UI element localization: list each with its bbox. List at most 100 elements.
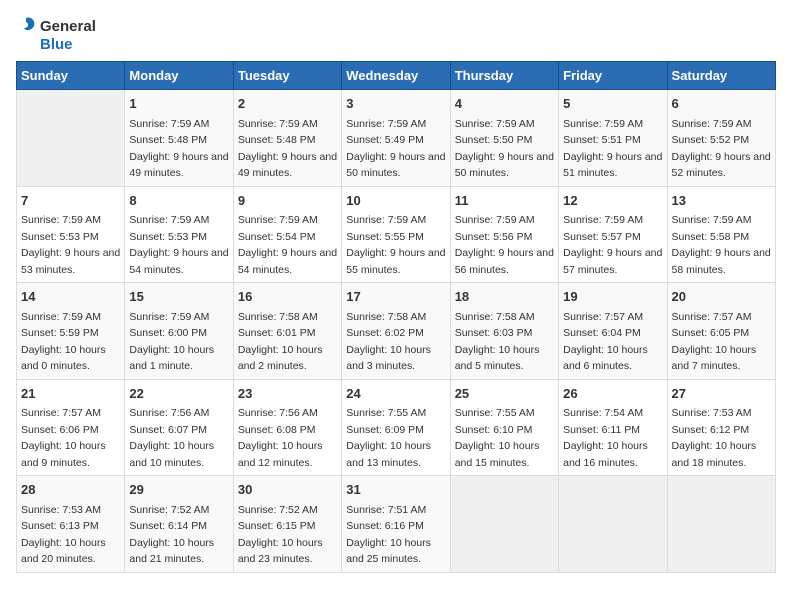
day-header-thursday: Thursday xyxy=(450,62,558,90)
day-info: Sunrise: 7:59 AMSunset: 5:54 PMDaylight:… xyxy=(238,214,337,276)
day-cell: 20 Sunrise: 7:57 AMSunset: 6:05 PMDayligh… xyxy=(667,283,775,380)
day-number: 27 xyxy=(672,384,771,404)
day-cell: 30 Sunrise: 7:52 AMSunset: 6:15 PMDayligh… xyxy=(233,476,341,573)
day-cell: 11Sunrise: 7:59 AMSunset: 5:56 PMDayligh… xyxy=(450,186,558,283)
day-info: Sunrise: 7:59 AMSunset: 5:48 PMDaylight:… xyxy=(129,118,228,180)
day-cell: 15Sunrise: 7:59 AMSunset: 6:00 PMDayligh… xyxy=(125,283,233,380)
day-header-friday: Friday xyxy=(559,62,667,90)
day-cell: 16 Sunrise: 7:58 AMSunset: 6:01 PMDayligh… xyxy=(233,283,341,380)
day-header-monday: Monday xyxy=(125,62,233,90)
header: General Blue xyxy=(16,16,776,53)
day-cell xyxy=(667,476,775,573)
day-number: 16 xyxy=(238,287,337,307)
day-info: Sunrise: 7:59 AMSunset: 5:48 PMDaylight:… xyxy=(238,118,337,180)
day-info: Sunrise: 7:57 AMSunset: 6:06 PMDaylight:… xyxy=(21,407,106,469)
day-cell: 24Sunrise: 7:55 AMSunset: 6:09 PMDayligh… xyxy=(342,379,450,476)
day-number: 25 xyxy=(455,384,554,404)
week-row-5: 28 Sunrise: 7:53 AMSunset: 6:13 PMDayligh… xyxy=(17,476,776,573)
day-cell: 19Sunrise: 7:57 AMSunset: 6:04 PMDayligh… xyxy=(559,283,667,380)
day-cell: 8 Sunrise: 7:59 AMSunset: 5:53 PMDaylight… xyxy=(125,186,233,283)
day-cell xyxy=(450,476,558,573)
day-number: 23 xyxy=(238,384,337,404)
day-cell: 17 Sunrise: 7:58 AMSunset: 6:02 PMDayligh… xyxy=(342,283,450,380)
day-number: 3 xyxy=(346,94,445,114)
day-info: Sunrise: 7:53 AMSunset: 6:13 PMDaylight:… xyxy=(21,504,106,566)
day-info: Sunrise: 7:56 AMSunset: 6:08 PMDaylight:… xyxy=(238,407,323,469)
day-cell: 28 Sunrise: 7:53 AMSunset: 6:13 PMDayligh… xyxy=(17,476,125,573)
logo-bird-icon xyxy=(16,16,38,36)
day-info: Sunrise: 7:55 AMSunset: 6:10 PMDaylight:… xyxy=(455,407,540,469)
day-info: Sunrise: 7:59 AMSunset: 5:58 PMDaylight:… xyxy=(672,214,771,276)
day-info: Sunrise: 7:55 AMSunset: 6:09 PMDaylight:… xyxy=(346,407,431,469)
header-row: SundayMondayTuesdayWednesdayThursdayFrid… xyxy=(17,62,776,90)
day-cell: 5 Sunrise: 7:59 AMSunset: 5:51 PMDaylight… xyxy=(559,90,667,187)
day-number: 19 xyxy=(563,287,662,307)
week-row-3: 14Sunrise: 7:59 AMSunset: 5:59 PMDayligh… xyxy=(17,283,776,380)
day-cell: 7 Sunrise: 7:59 AMSunset: 5:53 PMDaylight… xyxy=(17,186,125,283)
day-number: 5 xyxy=(563,94,662,114)
day-number: 21 xyxy=(21,384,120,404)
day-info: Sunrise: 7:58 AMSunset: 6:03 PMDaylight:… xyxy=(455,311,540,373)
day-header-saturday: Saturday xyxy=(667,62,775,90)
day-info: Sunrise: 7:52 AMSunset: 6:14 PMDaylight:… xyxy=(129,504,214,566)
day-info: Sunrise: 7:54 AMSunset: 6:11 PMDaylight:… xyxy=(563,407,648,469)
day-number: 20 xyxy=(672,287,771,307)
day-cell: 3 Sunrise: 7:59 AMSunset: 5:49 PMDaylight… xyxy=(342,90,450,187)
day-cell: 10Sunrise: 7:59 AMSunset: 5:55 PMDayligh… xyxy=(342,186,450,283)
week-row-2: 7 Sunrise: 7:59 AMSunset: 5:53 PMDaylight… xyxy=(17,186,776,283)
day-header-wednesday: Wednesday xyxy=(342,62,450,90)
day-info: Sunrise: 7:59 AMSunset: 5:57 PMDaylight:… xyxy=(563,214,662,276)
day-cell: 6Sunrise: 7:59 AMSunset: 5:52 PMDaylight… xyxy=(667,90,775,187)
day-info: Sunrise: 7:57 AMSunset: 6:05 PMDaylight:… xyxy=(672,311,757,373)
day-cell xyxy=(17,90,125,187)
day-cell: 29 Sunrise: 7:52 AMSunset: 6:14 PMDayligh… xyxy=(125,476,233,573)
day-number: 11 xyxy=(455,191,554,211)
day-cell: 22 Sunrise: 7:56 AMSunset: 6:07 PMDayligh… xyxy=(125,379,233,476)
day-number: 30 xyxy=(238,480,337,500)
day-info: Sunrise: 7:59 AMSunset: 5:50 PMDaylight:… xyxy=(455,118,554,180)
logo-general-text: General xyxy=(40,18,96,35)
day-info: Sunrise: 7:52 AMSunset: 6:15 PMDaylight:… xyxy=(238,504,323,566)
day-info: Sunrise: 7:59 AMSunset: 5:51 PMDaylight:… xyxy=(563,118,662,180)
day-number: 8 xyxy=(129,191,228,211)
week-row-1: 1 Sunrise: 7:59 AMSunset: 5:48 PMDaylight… xyxy=(17,90,776,187)
day-number: 31 xyxy=(346,480,445,500)
day-number: 26 xyxy=(563,384,662,404)
day-number: 14 xyxy=(21,287,120,307)
day-info: Sunrise: 7:56 AMSunset: 6:07 PMDaylight:… xyxy=(129,407,214,469)
day-cell: 26 Sunrise: 7:54 AMSunset: 6:11 PMDayligh… xyxy=(559,379,667,476)
day-info: Sunrise: 7:59 AMSunset: 5:53 PMDaylight:… xyxy=(129,214,228,276)
day-info: Sunrise: 7:58 AMSunset: 6:02 PMDaylight:… xyxy=(346,311,431,373)
day-header-sunday: Sunday xyxy=(17,62,125,90)
day-number: 13 xyxy=(672,191,771,211)
day-number: 1 xyxy=(129,94,228,114)
day-header-tuesday: Tuesday xyxy=(233,62,341,90)
day-cell: 21 Sunrise: 7:57 AMSunset: 6:06 PMDayligh… xyxy=(17,379,125,476)
day-number: 10 xyxy=(346,191,445,211)
day-info: Sunrise: 7:59 AMSunset: 5:49 PMDaylight:… xyxy=(346,118,445,180)
day-cell: 2Sunrise: 7:59 AMSunset: 5:48 PMDaylight… xyxy=(233,90,341,187)
day-info: Sunrise: 7:53 AMSunset: 6:12 PMDaylight:… xyxy=(672,407,757,469)
day-cell: 12 Sunrise: 7:59 AMSunset: 5:57 PMDayligh… xyxy=(559,186,667,283)
day-number: 7 xyxy=(21,191,120,211)
day-cell: 27 Sunrise: 7:53 AMSunset: 6:12 PMDayligh… xyxy=(667,379,775,476)
day-info: Sunrise: 7:59 AMSunset: 5:53 PMDaylight:… xyxy=(21,214,120,276)
day-number: 12 xyxy=(563,191,662,211)
day-cell: 18 Sunrise: 7:58 AMSunset: 6:03 PMDayligh… xyxy=(450,283,558,380)
logo-blue-text: Blue xyxy=(40,36,73,53)
day-cell xyxy=(559,476,667,573)
day-number: 15 xyxy=(129,287,228,307)
day-number: 18 xyxy=(455,287,554,307)
day-number: 22 xyxy=(129,384,228,404)
day-cell: 1 Sunrise: 7:59 AMSunset: 5:48 PMDaylight… xyxy=(125,90,233,187)
day-number: 29 xyxy=(129,480,228,500)
day-info: Sunrise: 7:58 AMSunset: 6:01 PMDaylight:… xyxy=(238,311,323,373)
day-info: Sunrise: 7:59 AMSunset: 5:52 PMDaylight:… xyxy=(672,118,771,180)
day-cell: 23 Sunrise: 7:56 AMSunset: 6:08 PMDayligh… xyxy=(233,379,341,476)
day-number: 17 xyxy=(346,287,445,307)
day-number: 28 xyxy=(21,480,120,500)
day-cell: 25 Sunrise: 7:55 AMSunset: 6:10 PMDayligh… xyxy=(450,379,558,476)
day-cell: 9Sunrise: 7:59 AMSunset: 5:54 PMDaylight… xyxy=(233,186,341,283)
week-row-4: 21 Sunrise: 7:57 AMSunset: 6:06 PMDayligh… xyxy=(17,379,776,476)
day-cell: 4Sunrise: 7:59 AMSunset: 5:50 PMDaylight… xyxy=(450,90,558,187)
